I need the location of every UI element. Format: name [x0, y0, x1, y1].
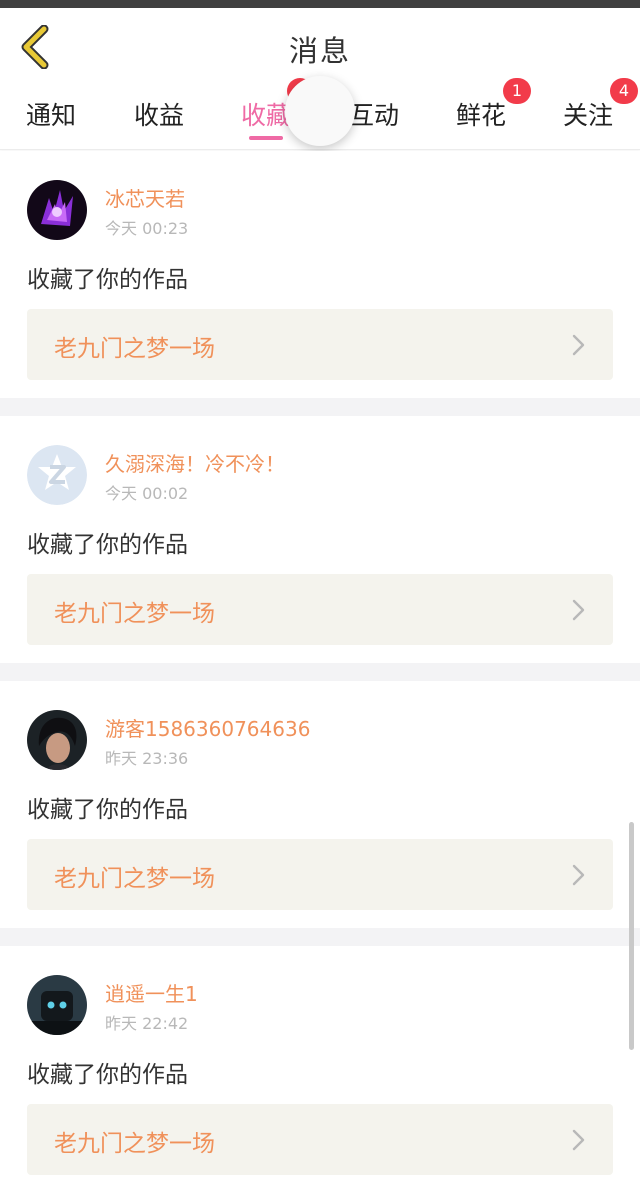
work-link[interactable]: 老九门之梦一场 [27, 574, 613, 645]
tab-follow[interactable]: 关注 [563, 96, 613, 136]
card-divider [0, 928, 640, 946]
user-name[interactable]: 久溺深海！冷不冷！ [105, 448, 285, 477]
tab-label: 关注 [563, 101, 614, 130]
action-text: 收藏了你的作品 [27, 267, 188, 293]
active-tab-indicator [249, 136, 283, 140]
chevron-right-icon [572, 1129, 585, 1151]
message-card: 逍遥一生1 昨天 22:42 收藏了你的作品 老九门之梦一场 [0, 946, 640, 1193]
tab-label: 收藏 [241, 101, 292, 130]
message-card: 久溺深海！冷不冷！ 今天 00:02 收藏了你的作品 老九门之梦一场 [0, 416, 640, 663]
flowers-badge: 1 [503, 78, 531, 104]
avatar[interactable] [27, 445, 87, 505]
chevron-right-icon [572, 864, 585, 886]
status-bar [0, 0, 640, 8]
tab-notice[interactable]: 通知 [26, 96, 76, 136]
work-link[interactable]: 老九门之梦一场 [27, 839, 613, 910]
tab-label: 收益 [134, 101, 185, 130]
tab-label: 互动 [349, 101, 400, 130]
page-title: 消息 [288, 34, 351, 68]
user-name[interactable]: 逍遥一生1 [105, 978, 198, 1007]
work-title: 老九门之梦一场 [54, 1131, 215, 1157]
work-link[interactable]: 老九门之梦一场 [27, 1104, 613, 1175]
action-text: 收藏了你的作品 [27, 1062, 188, 1088]
header: 消息 [0, 8, 640, 86]
user-name[interactable]: 游客1586360764636 [105, 713, 310, 742]
tab-interaction[interactable]: 互动 [349, 96, 399, 136]
follow-badge: 4 [610, 78, 638, 104]
tab-label: 通知 [26, 101, 77, 130]
message-list: 冰芯天若 今天 00:23 收藏了你的作品 老九门之梦一场 久溺深海！冷不冷！ … [0, 151, 640, 1193]
avatar[interactable] [27, 975, 87, 1035]
timestamp: 昨天 22:42 [105, 1014, 189, 1033]
work-link[interactable]: 老九门之梦一场 [27, 309, 613, 380]
message-card: 冰芯天若 今天 00:23 收藏了你的作品 老九门之梦一场 [0, 151, 640, 398]
user-name[interactable]: 冰芯天若 [105, 183, 185, 212]
avatar[interactable] [27, 710, 87, 770]
touch-indicator [285, 76, 355, 146]
work-title: 老九门之梦一场 [54, 866, 215, 892]
work-title: 老九门之梦一场 [54, 601, 215, 627]
card-divider [0, 398, 640, 416]
timestamp: 昨天 23:36 [105, 749, 189, 768]
tab-favorites[interactable]: 收藏 [241, 96, 292, 140]
tab-earnings[interactable]: 收益 [134, 96, 184, 136]
action-text: 收藏了你的作品 [27, 797, 188, 823]
chevron-right-icon [572, 334, 585, 356]
scrollbar[interactable] [629, 822, 634, 1050]
timestamp: 今天 00:23 [105, 219, 189, 238]
card-divider [0, 663, 640, 681]
avatar[interactable] [27, 180, 87, 240]
tab-flowers[interactable]: 鲜花 [456, 96, 506, 136]
timestamp: 今天 00:02 [105, 484, 189, 503]
message-card: 游客1586360764636 昨天 23:36 收藏了你的作品 老九门之梦一场 [0, 681, 640, 928]
action-text: 收藏了你的作品 [27, 532, 188, 558]
work-title: 老九门之梦一场 [54, 336, 215, 362]
tab-label: 鲜花 [456, 101, 507, 130]
chevron-right-icon [572, 599, 585, 621]
